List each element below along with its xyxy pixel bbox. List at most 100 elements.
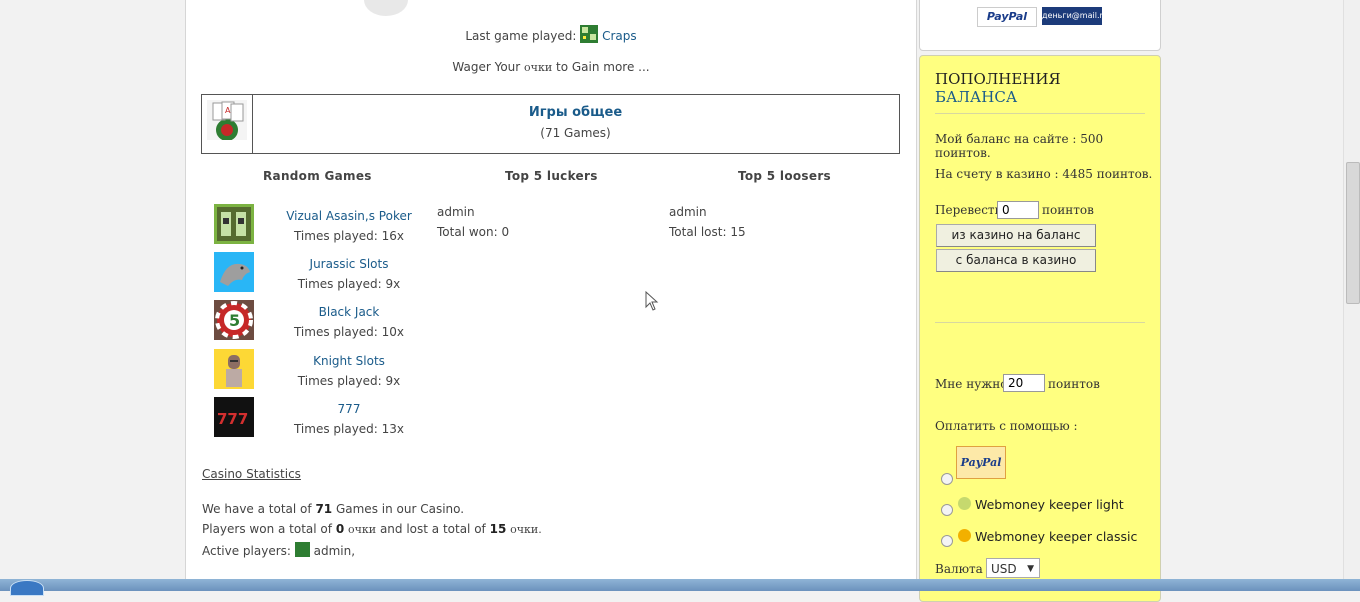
sevens-icon[interactable]: 777: [214, 397, 254, 437]
casino-cards-icon: A: [207, 100, 247, 140]
stats-text: Active players:: [202, 544, 291, 558]
stats-total-games: We have a total of 71 Games in our Casin…: [202, 502, 464, 516]
transfer-label: Перевести: [935, 203, 1003, 217]
paypal-logo[interactable]: PayPal: [977, 7, 1037, 27]
stats-value: 71: [315, 502, 333, 516]
game-times-played: Times played: 9x: [297, 374, 401, 388]
casino-logo: Ч: [364, 0, 408, 16]
game-name[interactable]: Jurassic Slots: [264, 257, 434, 271]
stats-active-players: Active players: admin,: [202, 542, 355, 558]
active-user-link[interactable]: admin,: [314, 544, 355, 558]
currency-value: USD: [991, 562, 1017, 576]
wm-light-radio[interactable]: [941, 504, 953, 516]
divider: [935, 113, 1145, 114]
game-name[interactable]: Black Jack: [264, 305, 434, 319]
transfer-unit: поинтов: [1042, 203, 1094, 217]
game-item: 5 Black Jack Times played: 10x: [214, 300, 414, 346]
sidebar-heading-line2: БАЛАНСА: [935, 88, 1018, 106]
balance-to-casino-button[interactable]: с баланса в казино: [936, 249, 1096, 272]
game-item: Knight Slots Times played: 9x: [214, 349, 414, 395]
wm-light-label: Webmoney keeper light: [974, 497, 1124, 512]
game-item: Jurassic Slots Times played: 9x: [214, 252, 414, 298]
wm-classic-option[interactable]: Webmoney keeper classic: [958, 529, 1137, 544]
currency-label: Валюта :: [935, 562, 991, 576]
looser-username: admin: [669, 205, 707, 219]
top-luckers-header: Top 5 luckers: [505, 169, 598, 183]
user-icon: [294, 542, 310, 557]
category-count: (71 Games): [540, 126, 611, 140]
casino-balance: На счету в казино : 4485 поинтов.: [935, 167, 1153, 181]
game-name[interactable]: 777: [264, 402, 434, 416]
category-title[interactable]: Игры общее: [252, 105, 899, 120]
casino-to-balance-button[interactable]: из казино на баланс: [936, 224, 1096, 247]
stats-unit: очки: [348, 523, 377, 536]
game-name[interactable]: Knight Slots: [264, 354, 434, 368]
site-balance: Мой баланс на сайте : 500 поинтов.: [935, 132, 1104, 160]
poker-icon[interactable]: [214, 204, 254, 244]
top-luckers-entry: admin Total won: 0: [437, 202, 509, 242]
balance-sidebar: ПОПОЛНЕНИЯ БАЛАНСА Мой баланс на сайте :…: [919, 55, 1161, 602]
top-loosers-header: Top 5 loosers: [738, 169, 831, 183]
svg-text:A: A: [225, 106, 231, 115]
stats-text: Games in our Casino.: [335, 502, 465, 516]
game-item: 777 777 Times played: 13x: [214, 397, 414, 443]
money-mail-logo[interactable]: деньги@mail.ru: [1042, 7, 1108, 25]
last-game-link[interactable]: Craps: [602, 29, 637, 43]
sidebar-heading: ПОПОЛНЕНИЯ БАЛАНСА: [935, 70, 1061, 106]
webmoney-classic-icon: [958, 529, 971, 542]
mouse-cursor-icon: [645, 291, 659, 311]
random-games-header: Random Games: [263, 169, 372, 183]
wm-classic-radio[interactable]: [941, 535, 953, 547]
paypal-option-logo[interactable]: PayPal: [956, 446, 1006, 479]
chevron-down-icon: ▼: [1027, 564, 1034, 574]
pay-with-label: Оплатить с помощью :: [935, 419, 1078, 433]
stats-won-lost: Players won a total of 0 очки and lost a…: [202, 522, 542, 536]
game-item: Vizual Asasin,s Poker Times played: 16x: [214, 204, 414, 250]
stats-value: 0: [335, 522, 345, 536]
lucker-total: Total won: 0: [437, 225, 510, 239]
divider: [935, 322, 1145, 323]
stats-value: 15: [489, 522, 507, 536]
game-times-played: Times played: 10x: [293, 325, 405, 339]
payment-logos-panel: PayPal деньги@mail.ru: [919, 0, 1161, 51]
game-name[interactable]: Vizual Asasin,s Poker: [264, 209, 434, 223]
wm-classic-label: Webmoney keeper classic: [974, 529, 1138, 544]
os-taskbar: [0, 579, 1360, 596]
paypal-radio[interactable]: [941, 473, 953, 485]
wm-light-option[interactable]: Webmoney keeper light: [958, 497, 1124, 512]
knight-icon[interactable]: [214, 349, 254, 389]
page-scrollbar[interactable]: [1343, 0, 1360, 591]
last-game-line: Last game played: Craps: [186, 25, 916, 43]
game-times-played: Times played: 16x: [293, 229, 405, 243]
chip-icon[interactable]: 5: [214, 300, 254, 340]
stats-text: We have a total of: [202, 502, 312, 516]
wager-suffix: to Gain more ...: [555, 60, 650, 74]
stats-text: and lost a total of: [379, 522, 486, 536]
wager-unit: очки: [524, 61, 553, 74]
stats-unit: очки.: [510, 523, 542, 536]
wager-line: Wager Your очки to Gain more ...: [186, 60, 916, 74]
start-button-icon[interactable]: [10, 580, 44, 596]
currency-select[interactable]: USD ▼: [986, 558, 1040, 578]
wager-prefix: Wager Your: [452, 60, 521, 74]
need-label: Мне нужно: [935, 377, 1008, 391]
sidebar-heading-line1: ПОПОЛНЕНИЯ: [935, 70, 1061, 88]
transfer-amount-input[interactable]: [997, 201, 1039, 219]
svg-text:777: 777: [217, 410, 248, 428]
craps-icon: [580, 25, 599, 43]
last-game-label: Last game played:: [465, 29, 577, 43]
stats-text: Players won a total of: [202, 522, 332, 536]
lucker-username: admin: [437, 205, 475, 219]
need-amount-input[interactable]: [1003, 374, 1045, 392]
dinosaur-icon[interactable]: [214, 252, 254, 292]
scrollbar-thumb[interactable]: [1346, 162, 1360, 304]
casino-statistics-title[interactable]: Casino Statistics: [202, 467, 301, 481]
svg-text:5: 5: [229, 311, 240, 330]
game-times-played: Times played: 9x: [297, 277, 401, 291]
top-loosers-entry: admin Total lost: 15: [669, 202, 746, 242]
looser-total: Total lost: 15: [669, 225, 746, 239]
category-thumb[interactable]: A: [202, 95, 253, 153]
game-times-played: Times played: 13x: [293, 422, 405, 436]
casino-main-panel: Ч Last game played: Craps Wager Your очк…: [185, 0, 917, 591]
category-box: A Игры общее (71 Games): [201, 94, 900, 154]
